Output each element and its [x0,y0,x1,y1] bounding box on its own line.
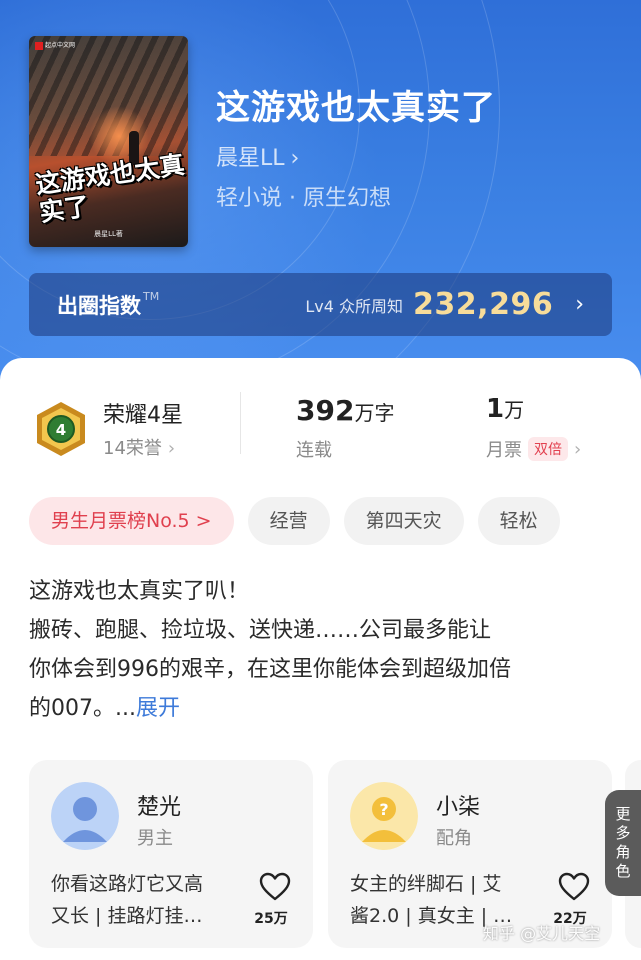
monthly-tickets: 1万 [486,394,524,424]
avatar [51,782,119,850]
tickets-label: 月票 [486,440,522,461]
book-description: 这游戏也太真实了叭！ 搬砖、跑腿、捡垃圾、送快递……公司最多能让 你体会到996… [29,572,619,728]
book-detail-card: 4 荣耀4星 14荣誉 › 392万字 连载 1万 月票 双倍 › 男生月票榜No… [0,358,641,960]
book-cover[interactable]: 起点中文网 这游戏也太真实了 晨星LL著 [29,36,188,247]
word-count-unit: 万字 [354,401,395,425]
index-value: 232,296 [413,287,554,322]
watermark: 知乎 @艾儿天空 [483,924,601,943]
cover-author: 晨星LL著 [94,230,123,238]
heart-icon[interactable] [558,872,590,902]
tag-item[interactable]: 经营 [247,497,330,545]
stats-row: 4 荣耀4星 14荣誉 › 392万字 连载 1万 月票 双倍 › [0,358,641,488]
book-genre: 轻小说 · 原生幻想 [216,186,391,211]
character-desc: 你看这路灯它又高 又长 | 挂路灯挂… [51,868,231,932]
svg-text:?: ? [379,800,388,819]
character-name: 楚光 [137,795,182,820]
tag-list: 男生月票榜No.5 > 经营 第四天灾 轻松 [29,497,574,545]
more-roles-button[interactable]: 更多角色 [605,790,641,896]
honor-medal-icon: 4 [37,402,85,456]
character-desc-line: 女主的绊脚石 | 艾 [350,873,502,895]
divider [240,392,241,454]
chevron-right-icon: › [574,438,582,460]
word-count-number: 392 [296,394,355,427]
character-name: 小柒 [436,795,481,820]
serial-status: 连载 [296,440,332,461]
honor-title: 荣耀4星 [103,403,183,428]
author-link[interactable]: 晨星LL › [216,140,299,172]
cover-publisher: 起点中文网 [45,42,76,49]
description-line: 这游戏也太真实了叭！ [29,579,250,604]
character-desc-line: 你看这路灯它又高 [51,873,204,895]
book-title: 这游戏也太真实了 [216,88,496,128]
description-line: 你体会到996的艰辛，在这里你能体会到超级加倍 [29,657,511,682]
tickets-number: 1 [486,394,505,424]
heart-icon[interactable] [259,872,291,902]
tag-item[interactable]: 第四天灾 [343,497,464,545]
tag-rank[interactable]: 男生月票榜No.5 > [29,497,234,545]
index-level: Lv4 众所周知 [305,296,404,316]
cover-title: 这游戏也太真实了 [33,149,187,228]
like-count: 25万 [254,911,288,927]
avatar: ? [350,782,418,850]
monthly-tickets-link[interactable]: 月票 双倍 › [486,436,581,462]
book-header: 起点中文网 这游戏也太真实了 晨星LL著 这游戏也太真实了 晨星LL › 轻小说 … [0,0,641,400]
tickets-unit: 万 [504,398,525,422]
word-count: 392万字 [296,394,394,427]
character-desc-line: 又长 | 挂路灯挂… [51,905,203,927]
tag-item[interactable]: 轻松 [477,497,560,545]
chevron-right-icon: › [167,438,176,459]
honor-count-label: 14荣誉 [103,438,162,459]
author-name: 晨星LL [216,146,285,171]
character-role: 配角 [436,828,472,849]
character-card[interactable]: 楚光 男主 你看这路灯它又高 又长 | 挂路灯挂… 25万 [29,760,313,948]
description-line: 搬砖、跑腿、捡垃圾、送快递……公司最多能让 [29,618,492,643]
index-title: 出圈指数 [57,293,141,318]
description-tail: 的007。... [29,696,136,721]
character-role: 男主 [137,828,173,849]
publisher-logo [35,42,43,50]
description-line: 的007。...展开 [29,689,619,728]
index-trademark: TM [143,290,160,303]
popularity-index-bar[interactable]: 出圈指数 TM Lv4 众所周知 232,296 › [29,273,612,336]
double-badge: 双倍 [528,437,568,461]
honor-count[interactable]: 14荣誉 › [103,434,175,460]
expand-link[interactable]: 展开 [136,696,180,721]
chevron-right-icon: › [290,146,300,171]
chevron-right-icon: › [575,292,584,317]
medal-number: 4 [56,421,66,439]
